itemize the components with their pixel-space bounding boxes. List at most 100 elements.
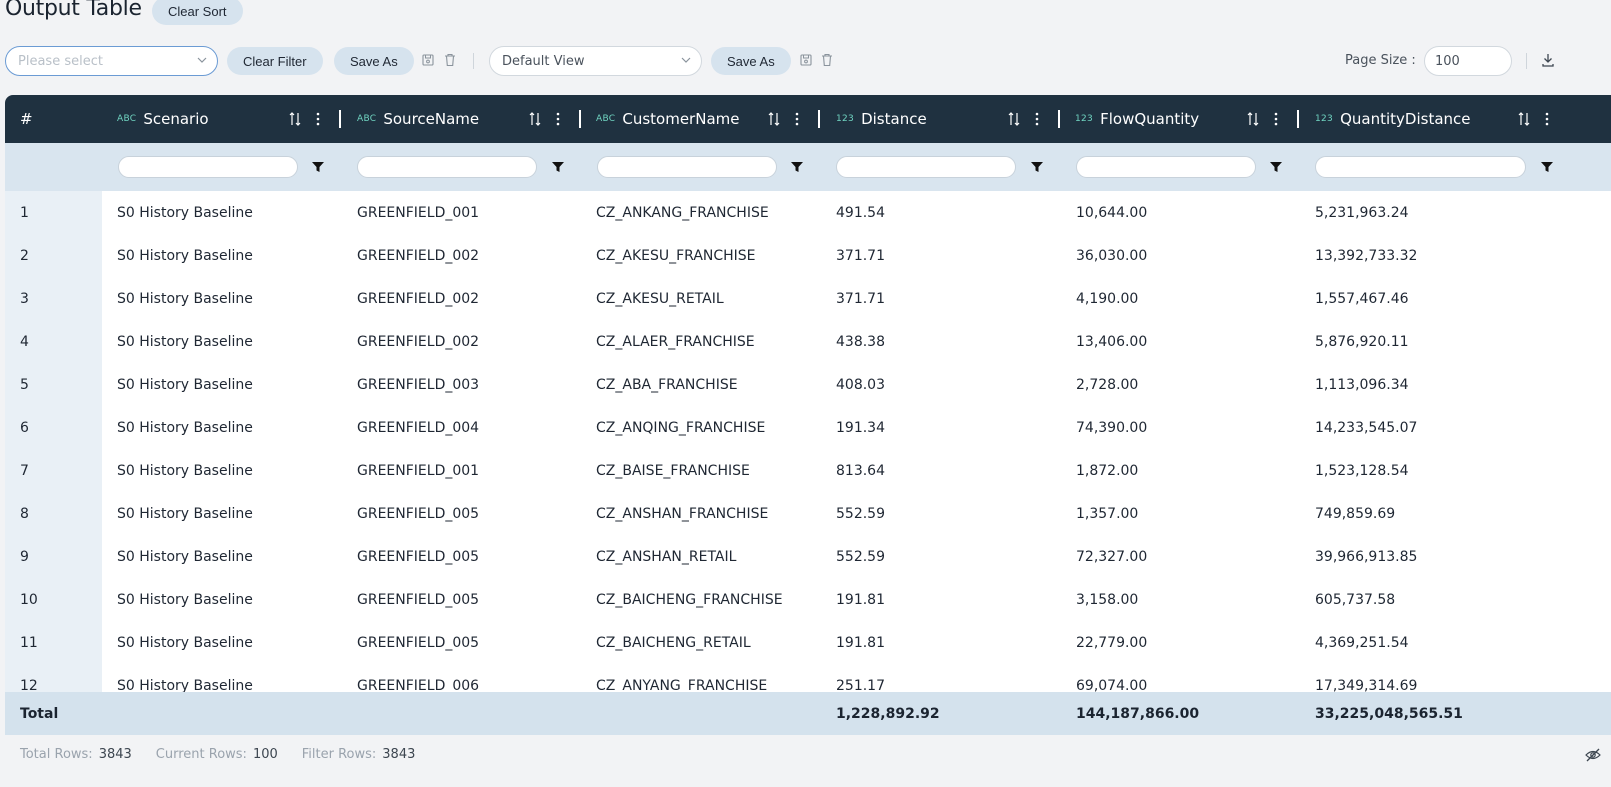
sourcename-cell: GREENFIELD_001 <box>357 462 480 479</box>
column-header-customername[interactable]: ABC CustomerName <box>596 95 826 143</box>
filter-icon[interactable] <box>551 160 565 174</box>
distance-cell: 438.38 <box>836 333 885 350</box>
total-row: Total 1,228,892.92 144,187,866.00 33,225… <box>5 692 1611 735</box>
sourcename-cell: GREENFIELD_002 <box>357 333 480 350</box>
total-label: Total <box>20 705 59 722</box>
clear-filter-button[interactable]: Clear Filter <box>227 47 323 75</box>
scenario-filter-input[interactable] <box>118 156 298 178</box>
customername-cell: CZ_ANYANG_FRANCHISE <box>596 677 768 693</box>
table-row[interactable]: 4 S0 History Baseline GREENFIELD_002 CZ_ALA… <box>5 320 1611 363</box>
delete-icon[interactable] <box>443 52 457 68</box>
page-size-label: Page Size : <box>1345 53 1416 68</box>
sourcename-cell: GREENFIELD_006 <box>357 677 480 693</box>
row-index: 11 <box>20 634 38 651</box>
scenario-cell: S0 History Baseline <box>117 634 253 651</box>
column-resize-handle[interactable] <box>1297 110 1299 128</box>
filter-icon[interactable] <box>1540 160 1554 174</box>
sort-icon[interactable] <box>1008 111 1020 127</box>
view-select[interactable]: Default View <box>489 46 702 76</box>
filter-icon[interactable] <box>311 160 325 174</box>
table-row[interactable]: 10 S0 History Baseline GREENFIELD_005 CZ_BA… <box>5 578 1611 621</box>
table-row[interactable]: 6 S0 History Baseline GREENFIELD_004 CZ_ANQ… <box>5 406 1611 449</box>
export-label[interactable]: ​ <box>1563 53 1569 68</box>
distance-cell: 552.59 <box>836 548 885 565</box>
column-resize-handle[interactable] <box>339 110 341 128</box>
sort-icon[interactable] <box>289 111 301 127</box>
page-size-input[interactable]: 100 <box>1424 46 1512 76</box>
flowquantity-cell: 3,158.00 <box>1076 591 1139 608</box>
column-resize-handle[interactable] <box>1058 110 1060 128</box>
save-as-filter-button[interactable]: Save As <box>334 47 414 75</box>
customername-cell: CZ_ANSHAN_RETAIL <box>596 548 737 565</box>
column-resize-handle[interactable] <box>818 110 820 128</box>
row-index: 10 <box>20 591 38 608</box>
filter-icon[interactable] <box>1030 160 1044 174</box>
filter-icon[interactable] <box>1269 160 1283 174</box>
table-row[interactable]: 12 S0 History Baseline GREENFIELD_006 CZ_AN… <box>5 664 1611 693</box>
toolbar-divider <box>473 53 474 69</box>
download-icon[interactable] <box>1541 52 1555 68</box>
table-row[interactable]: 11 S0 History Baseline GREENFIELD_005 CZ_BA… <box>5 621 1611 664</box>
save-icon[interactable] <box>421 52 435 68</box>
sort-icon[interactable] <box>529 111 541 127</box>
customername-filter-input[interactable] <box>597 156 777 178</box>
delete-icon[interactable] <box>820 52 834 68</box>
flowquantity-cell: 36,030.00 <box>1076 247 1148 264</box>
save-icon[interactable] <box>799 52 813 68</box>
column-header-scenario[interactable]: ABC Scenario <box>117 95 347 143</box>
filter-select[interactable]: Please select <box>5 46 218 76</box>
column-header-quantitydistance[interactable]: 123 QuantityDistance <box>1315 95 1611 143</box>
scenario-cell: S0 History Baseline <box>117 591 253 608</box>
sourcename-cell: GREENFIELD_005 <box>357 591 480 608</box>
table-row[interactable]: 3 S0 History Baseline GREENFIELD_002 CZ_AKE… <box>5 277 1611 320</box>
column-menu-icon[interactable] <box>1034 111 1040 127</box>
customername-cell: CZ_BAICHENG_RETAIL <box>596 634 751 651</box>
column-menu-icon[interactable] <box>794 111 800 127</box>
column-header-sourcename[interactable]: ABC SourceName <box>357 95 587 143</box>
text-type-icon: ABC <box>357 114 377 124</box>
filter-rows-value: 3843 <box>382 747 416 762</box>
sort-icon[interactable] <box>768 111 780 127</box>
quantitydistance-cell: 4,369,251.54 <box>1315 634 1409 651</box>
distance-filter-input[interactable] <box>836 156 1016 178</box>
table-row[interactable]: 8 S0 History Baseline GREENFIELD_005 CZ_ANS… <box>5 492 1611 535</box>
column-menu-icon[interactable] <box>1273 111 1279 127</box>
sort-icon[interactable] <box>1518 111 1530 127</box>
scenario-cell: S0 History Baseline <box>117 376 253 393</box>
row-index: 8 <box>20 505 29 522</box>
filter-select-placeholder: Please select <box>18 53 103 69</box>
table-row[interactable]: 5 S0 History Baseline GREENFIELD_003 CZ_ABA… <box>5 363 1611 406</box>
column-header-distance[interactable]: 123 Distance <box>836 95 1066 143</box>
column-menu-icon[interactable] <box>555 111 561 127</box>
flowquantity-cell: 69,074.00 <box>1076 677 1148 693</box>
table-row[interactable]: 7 S0 History Baseline GREENFIELD_001 CZ_BAI… <box>5 449 1611 492</box>
toolbar-divider <box>1526 53 1527 69</box>
column-header-flowquantity[interactable]: 123 FlowQuantity <box>1075 95 1305 143</box>
save-as-view-button[interactable]: Save As <box>711 47 791 75</box>
filter-icon[interactable] <box>790 160 804 174</box>
distance-cell: 813.64 <box>836 462 885 479</box>
flowquantity-cell: 10,644.00 <box>1076 204 1148 221</box>
row-index: 3 <box>20 290 29 307</box>
table-row[interactable]: 2 S0 History Baseline GREENFIELD_002 CZ_AKE… <box>5 234 1611 277</box>
sourcename-filter-input[interactable] <box>357 156 537 178</box>
distance-cell: 191.81 <box>836 634 885 651</box>
flowquantity-filter-input[interactable] <box>1076 156 1256 178</box>
sort-icon[interactable] <box>1247 111 1259 127</box>
eye-off-icon[interactable] <box>1585 748 1601 762</box>
table-row[interactable]: 1 S0 History Baseline GREENFIELD_001 CZ_ANK… <box>5 191 1611 234</box>
column-resize-handle[interactable] <box>579 110 581 128</box>
table-row[interactable]: 9 S0 History Baseline GREENFIELD_005 CZ_ANS… <box>5 535 1611 578</box>
scenario-cell: S0 History Baseline <box>117 333 253 350</box>
total-distance: 1,228,892.92 <box>836 705 940 722</box>
column-label: FlowQuantity <box>1100 110 1200 128</box>
sourcename-cell: GREENFIELD_003 <box>357 376 480 393</box>
quantitydistance-filter-input[interactable] <box>1315 156 1526 178</box>
sourcename-cell: GREENFIELD_005 <box>357 634 480 651</box>
clear-sort-button[interactable]: Clear Sort <box>152 0 243 25</box>
column-menu-icon[interactable] <box>315 111 321 127</box>
column-menu-icon[interactable] <box>1544 111 1550 127</box>
customername-cell: CZ_ALAER_FRANCHISE <box>596 333 755 350</box>
distance-cell: 491.54 <box>836 204 885 221</box>
scenario-cell: S0 History Baseline <box>117 462 253 479</box>
